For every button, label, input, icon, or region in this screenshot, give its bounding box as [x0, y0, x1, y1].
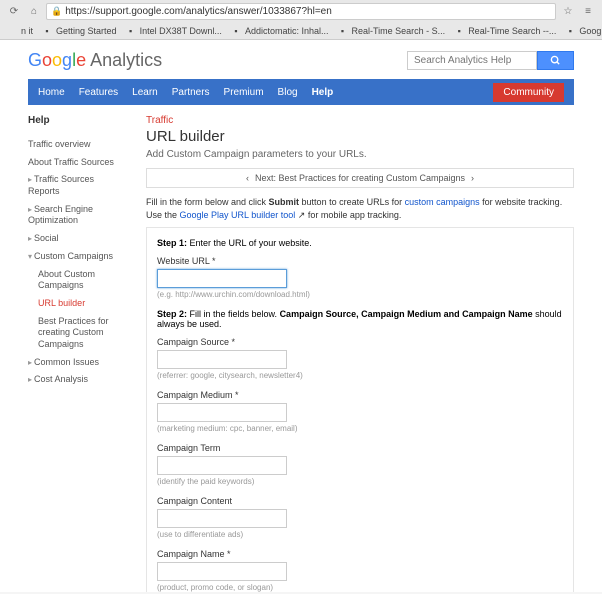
sidebar-item[interactable]: Best Practices for creating Custom Campa… [28, 313, 128, 354]
page-subtitle: Add Custom Campaign parameters to your U… [146, 149, 574, 160]
nav-link[interactable]: Partners [172, 87, 210, 98]
sidebar-item[interactable]: ▾Custom Campaigns [28, 248, 128, 266]
field-label: Campaign Medium * [157, 390, 563, 400]
sidebar: Help Traffic overviewAbout Traffic Sourc… [28, 115, 128, 592]
field-label: Campaign Content [157, 496, 563, 506]
next-article-bar[interactable]: ‹ Next: Best Practices for creating Cust… [146, 168, 574, 188]
field-hint: (identify the paid keywords) [157, 477, 563, 486]
bookmark-favicon: ▪ [453, 25, 465, 37]
bookmark-item[interactable]: ▪Real-Time Search --... [453, 25, 556, 37]
sidebar-item[interactable]: About Custom Campaigns [28, 266, 128, 295]
field-hint: (marketing medium: cpc, banner, email) [157, 424, 563, 433]
field-input-4[interactable] [157, 509, 287, 528]
nav-link[interactable]: Learn [132, 87, 158, 98]
field-input-1[interactable] [157, 350, 287, 369]
nav-link[interactable]: Home [38, 87, 65, 98]
bookmark-item[interactable]: ▪Addictomatic: Inhal... [230, 25, 329, 37]
search-icon [550, 55, 561, 66]
sidebar-item[interactable]: ▸Social [28, 230, 128, 248]
bookmark-star-icon[interactable]: ☆ [560, 4, 576, 20]
home-icon[interactable]: ⌂ [26, 4, 42, 20]
bookmark-favicon: ▪ [125, 25, 137, 37]
bookmark-favicon: ▪ [336, 25, 348, 37]
page-title: URL builder [146, 128, 574, 145]
search-button[interactable] [537, 51, 574, 70]
field-hint: (product, promo code, or slogan) [157, 583, 563, 592]
link-custom-campaigns[interactable]: custom campaigns [405, 197, 480, 207]
menu-icon[interactable]: ≡ [580, 4, 596, 20]
sidebar-item[interactable]: ▸Traffic Sources Reports [28, 171, 128, 200]
field-hint: (referrer: google, citysearch, newslette… [157, 371, 563, 380]
browser-chrome: ⟳ ⌂ 🔒 https://support.google.com/analyti… [0, 0, 602, 40]
sidebar-item[interactable]: ▸Common Issues [28, 354, 128, 372]
nav-link[interactable]: Features [79, 87, 118, 98]
main-nav: Home Features Learn Partners Premium Blog Help… [28, 79, 574, 105]
caret-right-icon: ▸ [28, 375, 32, 384]
sidebar-item[interactable]: ▸Cost Analysis [28, 371, 128, 389]
url-builder-form: Step 1: Enter the URL of your website. W… [146, 227, 574, 592]
intro-text: Fill in the form below and click Submit … [146, 196, 574, 221]
sidebar-item[interactable]: About Traffic Sources [28, 154, 128, 172]
bookmark-item[interactable]: n it [6, 25, 33, 37]
nav-link[interactable]: Blog [278, 87, 298, 98]
field-label: Campaign Source * [157, 337, 563, 347]
bookmark-item[interactable]: ▪Intel DX38T Downl... [125, 25, 222, 37]
sidebar-item[interactable]: Traffic overview [28, 136, 128, 154]
url-text: https://support.google.com/analytics/ans… [65, 6, 332, 17]
field-label: Campaign Term [157, 443, 563, 453]
field-input-3[interactable] [157, 456, 287, 475]
bookmark-favicon [6, 25, 18, 37]
bookmark-item[interactable]: ▪Getting Started [41, 25, 117, 37]
breadcrumb[interactable]: Traffic [146, 115, 574, 126]
url-bar[interactable]: 🔒 https://support.google.com/analytics/a… [46, 3, 556, 20]
search-input[interactable] [407, 51, 537, 70]
field-input-0[interactable] [157, 269, 287, 288]
link-play-url-builder[interactable]: Google Play URL builder tool [180, 210, 296, 220]
chevron-right-icon[interactable]: › [471, 173, 474, 183]
chevron-left-icon[interactable]: ‹ [246, 173, 249, 183]
field-label: Campaign Name * [157, 549, 563, 559]
caret-right-icon: ▸ [28, 205, 32, 214]
nav-link[interactable]: Premium [224, 87, 264, 98]
sidebar-title: Help [28, 115, 128, 126]
field-input-5[interactable] [157, 562, 287, 581]
bookmark-favicon: ▪ [564, 25, 576, 37]
field-label: Website URL * [157, 256, 563, 266]
bookmark-favicon: ▪ [41, 25, 53, 37]
field-input-2[interactable] [157, 403, 287, 422]
bookmark-item[interactable]: ▪Real-Time Search - S... [336, 25, 445, 37]
community-button[interactable]: Community [493, 83, 564, 102]
sidebar-item[interactable]: ▸Search Engine Optimization [28, 201, 128, 230]
sidebar-item[interactable]: URL builder [28, 295, 128, 313]
nav-link[interactable]: Help [312, 87, 334, 98]
caret-right-icon: ▸ [28, 175, 32, 184]
logo[interactable]: Google Analytics [28, 50, 162, 71]
field-hint: (e.g. http://www.urchin.com/download.htm… [157, 290, 563, 299]
field-hint: (use to differentiate ads) [157, 530, 563, 539]
bookmarks-bar: n it ▪Getting Started ▪Intel DX38T Downl..… [0, 23, 602, 39]
bookmark-item[interactable]: ▪Google Insights for ... [564, 25, 602, 37]
caret-right-icon: ▸ [28, 358, 32, 367]
bookmark-favicon: ▪ [230, 25, 242, 37]
lock-icon: 🔒 [51, 6, 62, 17]
caret-right-icon: ▸ [28, 234, 32, 243]
caret-down-icon: ▾ [28, 252, 32, 261]
reload-icon[interactable]: ⟳ [6, 4, 22, 20]
